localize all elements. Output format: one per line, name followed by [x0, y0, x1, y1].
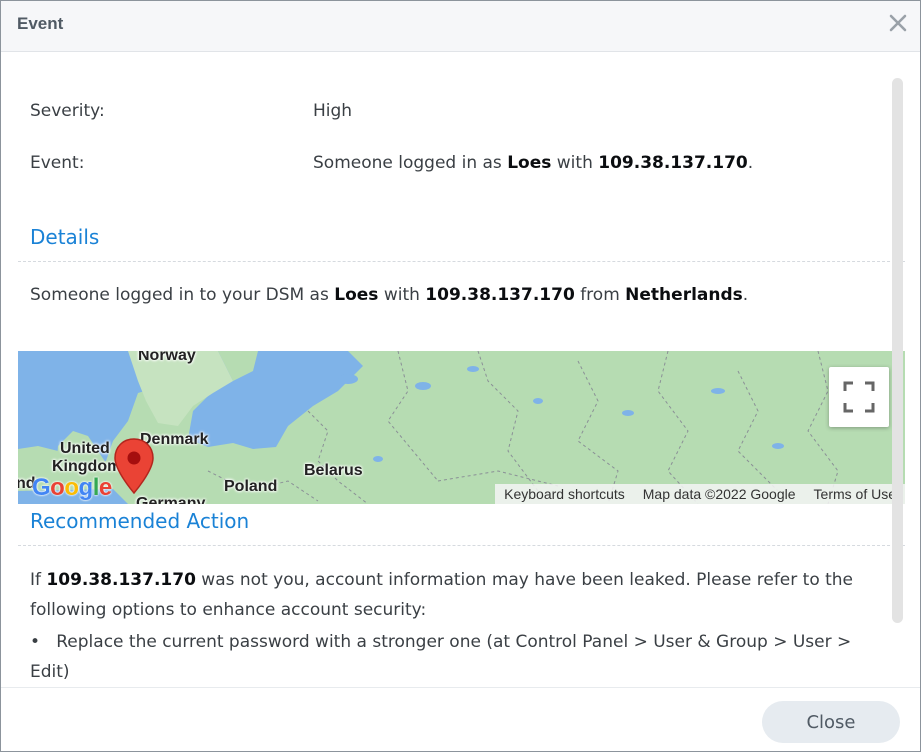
- location-map[interactable]: Norway Denmark United Kingdom nd Belarus…: [18, 351, 905, 504]
- map-label-belarus: Belarus: [304, 462, 363, 479]
- event-text-mid: with: [551, 153, 599, 173]
- details-user: Loes: [334, 285, 379, 305]
- event-user: Loes: [507, 153, 552, 173]
- event-label: Event:: [30, 153, 85, 173]
- details-ip: 109.38.137.170: [425, 285, 575, 305]
- recommended-divider: [18, 545, 905, 546]
- bullet-marker: •: [30, 632, 41, 652]
- map-label-poland: Poland: [224, 478, 278, 495]
- details-text-end: .: [742, 285, 749, 305]
- dialog-content[interactable]: Severity: High Event: Someone logged in …: [1, 53, 920, 686]
- google-logo[interactable]: Google: [32, 474, 112, 502]
- recommended-ip: 109.38.137.170: [46, 570, 196, 590]
- details-text-pre: Someone logged in to your DSM as: [30, 285, 335, 305]
- details-text: Someone logged in to your DSM as Loes wi…: [30, 285, 748, 305]
- map-attribution: Keyboard shortcuts Map data ©2022 Google…: [495, 484, 905, 504]
- fullscreen-icon[interactable]: [829, 367, 889, 427]
- map-data-text: Map data ©2022 Google: [642, 486, 796, 502]
- bullet-text: Replace the current password with a stro…: [30, 632, 852, 682]
- map-label-norway: Norway: [138, 351, 196, 364]
- content-scrollbar[interactable]: [892, 78, 903, 623]
- map-label-united: United: [60, 440, 110, 457]
- keyboard-shortcuts-link[interactable]: Keyboard shortcuts: [495, 486, 634, 502]
- event-text-pre: Someone logged in as: [313, 153, 508, 173]
- recommended-text: If 109.38.137.170 was not you, account i…: [30, 565, 890, 625]
- details-text-mid: with: [378, 285, 426, 305]
- event-value: Someone logged in as Loes with 109.38.13…: [313, 153, 753, 173]
- dialog-title: Event: [17, 14, 64, 33]
- details-heading: Details: [30, 225, 100, 249]
- event-dialog: Event Severity: High Event: Someone logg…: [0, 0, 921, 752]
- recommended-action-heading: Recommended Action: [30, 509, 250, 533]
- terms-of-use-link[interactable]: Terms of Use: [805, 486, 905, 502]
- severity-label: Severity:: [30, 101, 105, 121]
- dialog-titlebar: Event: [1, 1, 920, 52]
- map-pin-icon[interactable]: [113, 437, 155, 495]
- severity-value: High: [313, 101, 353, 121]
- details-country: Netherlands: [625, 285, 743, 305]
- details-text-mid2: from: [574, 285, 626, 305]
- close-icon[interactable]: [886, 11, 910, 35]
- details-divider: [18, 261, 905, 262]
- map-label-germany-fragment: Germany: [136, 495, 206, 504]
- event-ip: 109.38.137.170: [598, 153, 748, 173]
- dialog-footer: Close: [1, 687, 920, 751]
- recommended-text-pre: If: [30, 570, 47, 590]
- close-button[interactable]: Close: [762, 701, 900, 743]
- event-text-end: .: [747, 153, 754, 173]
- recommended-bullet-item: • Replace the current password with a st…: [30, 627, 890, 686]
